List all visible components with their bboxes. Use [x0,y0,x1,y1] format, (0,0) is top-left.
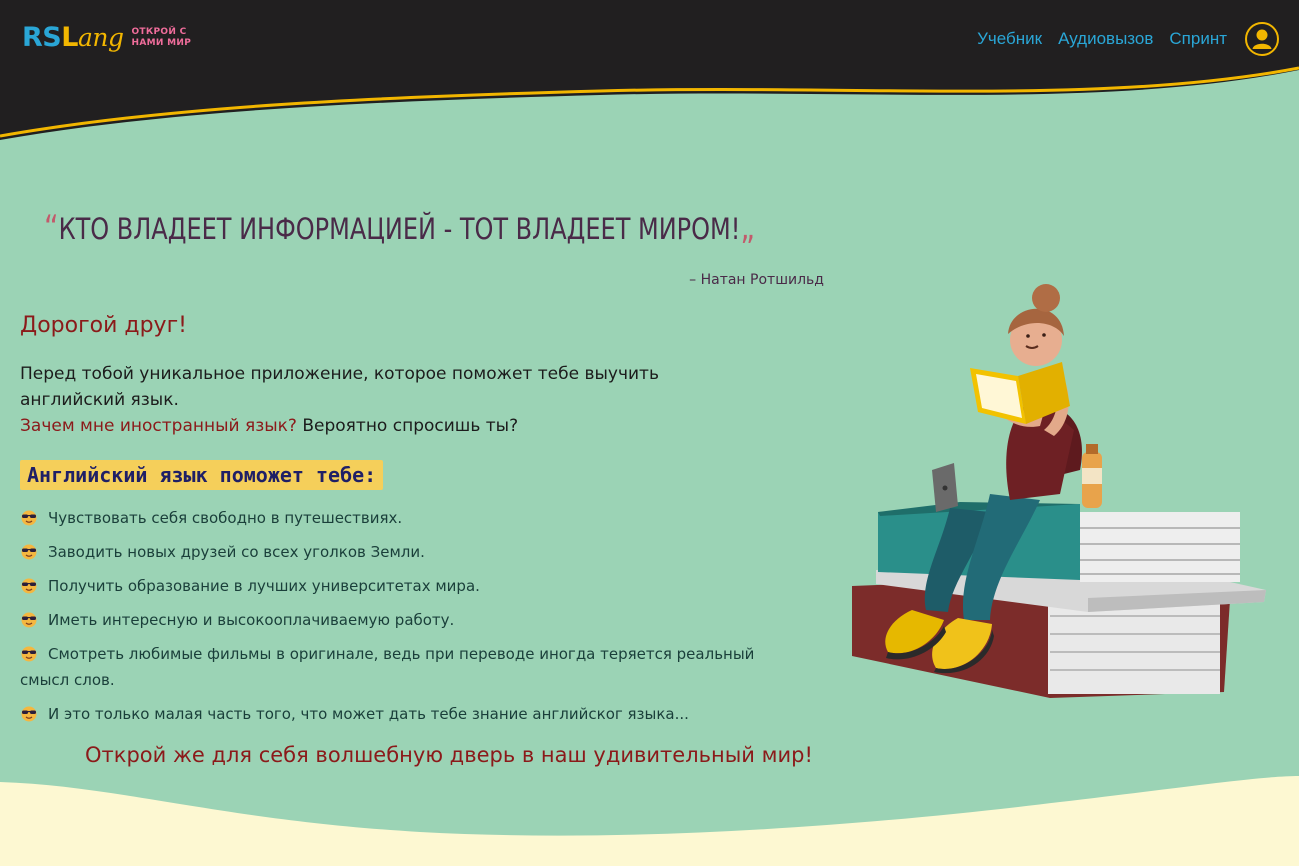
quote-close-mark: „ [740,208,755,248]
call-to-action: Открой же для себя волшебную дверь в наш… [85,743,813,767]
benefit-item: Смотреть любимые фильмы в оригинале, вед… [20,641,780,693]
reading-girl-illustration [852,284,1266,698]
greeting-heading: Дорогой друг! [20,313,187,338]
logo-part-l: L [61,22,78,53]
benefit-item: Заводить новых друзей со всех уголков Зе… [20,539,780,565]
user-account-button[interactable] [1245,22,1279,56]
sunglasses-face-icon [21,510,37,526]
hero-quote: “КТО ВЛАДЕЕТ ИНФОРМАЦИЕЙ - ТОТ ВЛАДЕЕТ М… [44,208,780,248]
quote-author: – Натан Ротшильд [689,272,824,288]
intro-paragraph: Перед тобой уникальное приложение, котор… [20,361,740,439]
benefit-text: Смотреть любимые фильмы в оригинале, вед… [20,645,755,689]
intro-line: Перед тобой уникальное приложение, котор… [20,364,659,410]
logo-wordmark: RSLang [22,22,124,53]
benefit-text: Получить образование в лучших университе… [48,577,480,595]
quote-text: КТО ВЛАДЕЕТ ИНФОРМАЦИЕЙ - ТОТ ВЛАДЕЕТ МИ… [58,212,741,246]
tagline-line-2: НАМИ МИР [131,37,192,48]
sunglasses-face-icon [21,544,37,560]
logo-part-ang: ang [77,23,124,52]
benefit-item: Иметь интересную и высокооплачиваемую ра… [20,607,780,633]
benefits-list: Чувствовать себя свободно в путешествиях… [20,505,780,735]
nav-sprint-link[interactable]: Спринт [1169,29,1227,49]
sunglasses-face-icon [21,646,37,662]
benefit-item: Чувствовать себя свободно в путешествиях… [20,505,780,531]
benefit-text: Заводить новых друзей со всех уголков Зе… [48,543,425,561]
benefit-item: Получить образование в лучших университе… [20,573,780,599]
nav-textbook-link[interactable]: Учебник [977,29,1042,49]
intro-question: Зачем мне иностранный язык? [20,416,297,436]
benefit-text: Чувствовать себя свободно в путешествиях… [48,509,403,527]
header-background [0,0,1299,140]
benefit-text: Иметь интересную и высокооплачиваемую ра… [48,611,455,629]
tagline-line-1: ОТКРОЙ С [131,26,187,37]
benefit-text: И это только малая часть того, что может… [48,705,689,723]
sunglasses-face-icon [21,612,37,628]
user-icon [1252,29,1272,49]
footer-wave [0,776,1299,866]
quote-open-mark: “ [44,208,59,248]
benefits-heading: Английский язык поможет тебе: [20,460,384,490]
logo-part-rs: RS [22,22,62,53]
sunglasses-face-icon [21,578,37,594]
sunglasses-face-icon [21,706,37,722]
intro-question-tail: Вероятно спросишь ты? [296,416,519,436]
nav-audiochallenge-link[interactable]: Аудиовызов [1058,29,1153,49]
logo[interactable]: RSLang ОТКРОЙ С НАМИ МИР [22,24,201,51]
benefit-item: И это только малая часть того, что может… [20,701,780,727]
main-nav: Учебник Аудиовызов Спринт [961,22,1279,56]
logo-tagline: ОТКРОЙ С НАМИ МИР [131,27,201,49]
